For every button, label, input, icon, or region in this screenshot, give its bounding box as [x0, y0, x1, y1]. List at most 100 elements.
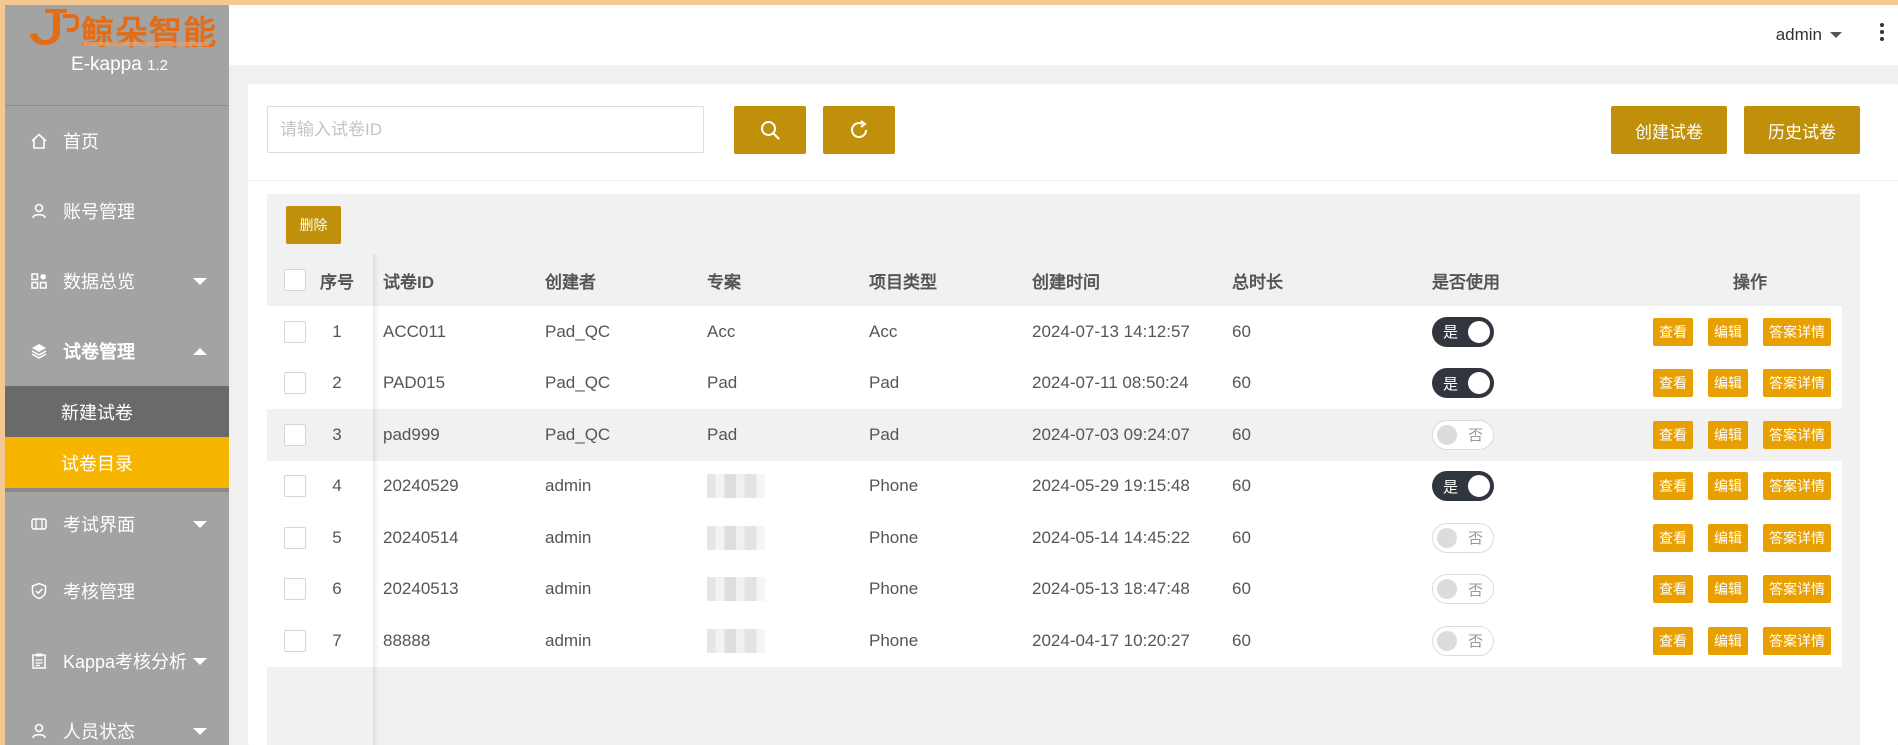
cell-creator: admin: [545, 579, 592, 599]
cell-paper-id: 20240514: [383, 527, 459, 547]
submenu-item-paper-catalog[interactable]: 试卷目录: [5, 437, 229, 488]
dashboard-icon: [29, 271, 49, 291]
answer-detail-button[interactable]: 答案详情: [1763, 626, 1831, 655]
edit-button[interactable]: 编辑: [1708, 575, 1748, 604]
row-checkbox[interactable]: [284, 526, 306, 549]
table-row: 1 ACC011 Pad_QC Acc Acc 2024-07-13 14:12…: [267, 306, 1842, 358]
redacted-project: [707, 525, 765, 550]
sidebar-item-label: 账号管理: [63, 202, 135, 222]
edit-button[interactable]: 编辑: [1708, 626, 1748, 655]
cell-in-use: 是: [1432, 306, 1494, 358]
person-icon: [29, 721, 49, 741]
edit-button[interactable]: 编辑: [1708, 472, 1748, 501]
row-checkbox[interactable]: [284, 578, 306, 601]
chevron-down-icon: [193, 278, 207, 285]
in-use-toggle[interactable]: 否: [1432, 419, 1494, 450]
create-paper-button[interactable]: 创建试卷: [1611, 106, 1727, 154]
cell-type: Phone: [869, 476, 919, 496]
sidebar-item-data-overview[interactable]: 数据总览: [5, 246, 229, 316]
redacted-project: [707, 474, 765, 499]
table-row: 7 88888 admin Phone 2024-04-17 10:20:27 …: [267, 615, 1842, 667]
toggle-knob: [1437, 630, 1457, 651]
sidebar-item-personnel-status[interactable]: 人员状态: [5, 696, 229, 745]
col-header-actions: 操作: [1733, 272, 1767, 292]
sidebar-item-label: 人员状态: [63, 722, 135, 742]
search-button[interactable]: [734, 106, 806, 154]
cell-duration: 60: [1232, 579, 1251, 599]
row-checkbox[interactable]: [284, 629, 306, 652]
answer-detail-button[interactable]: 答案详情: [1763, 369, 1831, 398]
cell-actions: 查看 编辑 答案详情: [1653, 512, 1831, 564]
cell-creator: Pad_QC: [545, 373, 611, 393]
cell-created: 2024-07-11 08:50:24: [1032, 373, 1189, 393]
clipboard-icon: [29, 651, 49, 671]
answer-detail-button[interactable]: 答案详情: [1763, 472, 1831, 501]
view-button[interactable]: 查看: [1653, 317, 1693, 346]
cell-duration: 60: [1232, 321, 1251, 341]
row-checkbox[interactable]: [284, 320, 306, 343]
cell-project: [707, 512, 765, 564]
more-vertical-icon[interactable]: [1880, 23, 1884, 44]
cell-creator: admin: [545, 527, 592, 547]
toggle-label: 是: [1443, 375, 1459, 393]
cell-creator: admin: [545, 476, 592, 496]
cell-type: Pad: [869, 424, 900, 444]
cell-actions: 查看 编辑 答案详情: [1653, 615, 1831, 667]
in-use-toggle[interactable]: 否: [1432, 574, 1494, 605]
refresh-button[interactable]: [823, 106, 895, 154]
toggle-knob: [1468, 372, 1490, 395]
view-button[interactable]: 查看: [1653, 420, 1693, 449]
cell-created: 2024-07-13 14:12:57: [1032, 321, 1190, 341]
answer-detail-button[interactable]: 答案详情: [1763, 317, 1831, 346]
table-header: 序号 试卷ID 创建者 专案 项目类型 创建时间 总时长 是否使用 操作: [267, 254, 1860, 306]
row-select-cell: [284, 409, 306, 461]
toggle-label: 是: [1443, 324, 1459, 342]
cell-index: 1: [332, 321, 342, 341]
logo-icon: [30, 9, 79, 45]
sidebar-item-label: 考试界面: [63, 515, 135, 535]
table-row: 5 20240514 admin Phone 2024-05-14 14:45:…: [267, 512, 1842, 564]
divider: [248, 180, 1898, 181]
edit-button[interactable]: 编辑: [1708, 369, 1748, 398]
select-all-checkbox[interactable]: [284, 269, 306, 291]
toggle-label: 是: [1443, 478, 1459, 496]
history-paper-button[interactable]: 历史试卷: [1744, 106, 1860, 154]
in-use-toggle[interactable]: 否: [1432, 522, 1494, 553]
in-use-toggle[interactable]: 是: [1432, 316, 1494, 347]
submenu-item-new-paper[interactable]: 新建试卷: [5, 386, 229, 437]
in-use-toggle[interactable]: 是: [1432, 368, 1494, 399]
row-checkbox[interactable]: [284, 423, 306, 446]
sidebar: 鲸朵智能 E-kappa 1.2 首页 账号管理 数据总览 试卷管理 新建试卷: [0, 0, 229, 745]
view-button[interactable]: 查看: [1653, 626, 1693, 655]
user-menu[interactable]: admin: [1776, 25, 1842, 45]
edit-button[interactable]: 编辑: [1708, 317, 1748, 346]
edit-button[interactable]: 编辑: [1708, 420, 1748, 449]
layers-icon: [29, 341, 49, 361]
delete-button[interactable]: 删除: [286, 206, 341, 244]
search-input[interactable]: [267, 106, 704, 153]
in-use-toggle[interactable]: 否: [1432, 625, 1494, 656]
view-button[interactable]: 查看: [1653, 472, 1693, 501]
view-button[interactable]: 查看: [1653, 523, 1693, 552]
in-use-toggle[interactable]: 是: [1432, 471, 1494, 502]
edit-button[interactable]: 编辑: [1708, 523, 1748, 552]
answer-detail-button[interactable]: 答案详情: [1763, 575, 1831, 604]
exam-icon: [29, 514, 49, 534]
toggle-knob: [1437, 424, 1457, 445]
shield-check-icon: [29, 581, 49, 601]
view-button[interactable]: 查看: [1653, 369, 1693, 398]
sidebar-item-accounts[interactable]: 账号管理: [5, 176, 229, 246]
cell-duration: 60: [1232, 527, 1251, 547]
row-checkbox[interactable]: [284, 475, 306, 498]
cell-paper-id: 20240529: [383, 476, 459, 496]
answer-detail-button[interactable]: 答案详情: [1763, 523, 1831, 552]
answer-detail-button[interactable]: 答案详情: [1763, 420, 1831, 449]
sidebar-item-assessment[interactable]: 考核管理: [5, 556, 229, 626]
sidebar-item-home[interactable]: 首页: [5, 106, 229, 176]
sidebar-item-label: 首页: [63, 132, 99, 152]
sidebar-item-kappa-analysis[interactable]: Kappa考核分析: [5, 626, 229, 696]
view-button[interactable]: 查看: [1653, 575, 1693, 604]
row-checkbox[interactable]: [284, 372, 306, 395]
sidebar-item-exam-interface[interactable]: 考试界面: [5, 492, 229, 556]
sidebar-item-paper-management[interactable]: 试卷管理: [5, 316, 229, 386]
